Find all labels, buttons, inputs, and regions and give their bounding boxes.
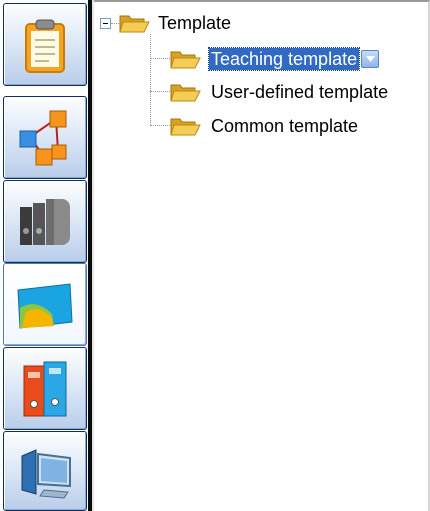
binders-icon (20, 199, 70, 245)
tree-connector (150, 91, 170, 92)
folder-open-icon (119, 15, 150, 33)
clipboard-icon (25, 19, 65, 73)
tree-node-template[interactable]: Template (118, 10, 233, 36)
tree-node-label: User-defined template (211, 82, 389, 102)
computer-icon (21, 449, 71, 499)
tree-node-label: Common template (211, 116, 359, 136)
tree-connector (150, 58, 170, 59)
card-icon (17, 283, 73, 329)
sidebar-button-computer[interactable] (3, 431, 87, 511)
network-icon (19, 110, 67, 166)
folder-open-icon (170, 51, 201, 69)
node-dropdown-button[interactable] (361, 50, 380, 68)
template-tree: Template Teaching template User-defined … (94, 0, 430, 511)
sidebar-button-clipboard[interactable] (3, 3, 87, 86)
folders-icon (23, 361, 67, 417)
tree-connector (150, 34, 151, 125)
tree-node-teaching-template[interactable]: Teaching template (169, 46, 380, 72)
folder-open-icon (170, 84, 201, 102)
collapse-toggle[interactable] (100, 18, 111, 29)
sidebar-button-folders[interactable] (3, 347, 87, 430)
sidebar-button-binders[interactable] (3, 180, 87, 263)
tree-connector (150, 125, 170, 126)
chevron-down-icon (365, 56, 375, 62)
tree-node-common-template[interactable]: Common template (169, 113, 360, 139)
sidebar-button-card[interactable] (3, 263, 87, 346)
tree-node-label: Teaching template (207, 47, 361, 71)
sidebar (0, 0, 88, 511)
tree-node-user-defined-template[interactable]: User-defined template (169, 79, 390, 105)
folder-open-icon (170, 118, 201, 136)
tree-node-label: Template (158, 13, 232, 33)
sidebar-button-network[interactable] (3, 96, 87, 179)
